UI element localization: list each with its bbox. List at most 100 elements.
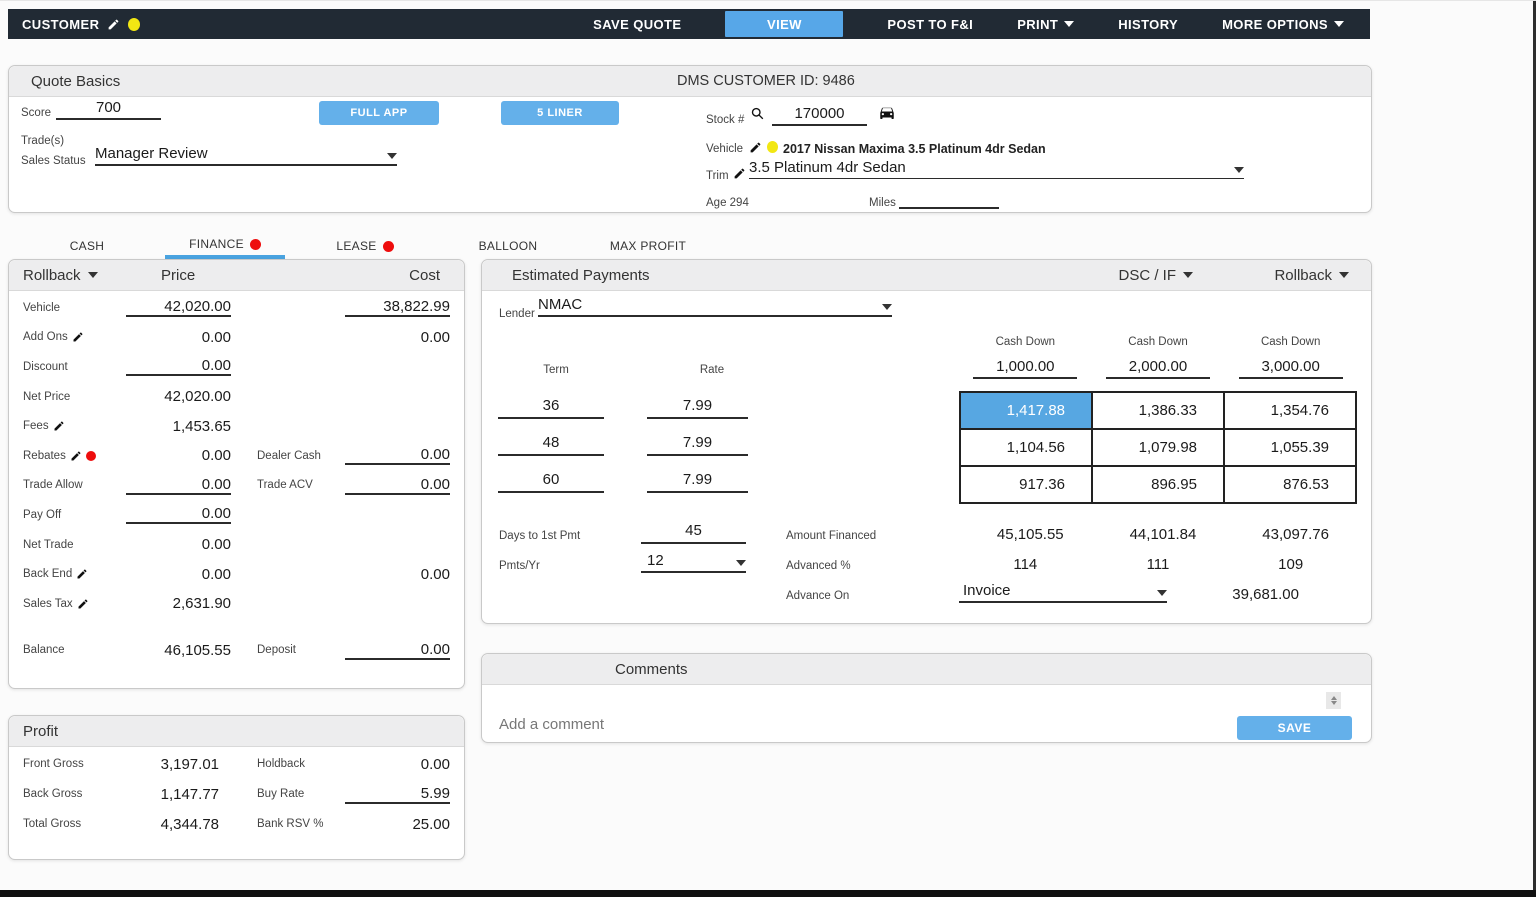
payment-cell-48-2000[interactable]: 1,079.98	[1092, 429, 1224, 466]
view-button[interactable]: VIEW	[725, 11, 843, 37]
trim-select[interactable]: 3.5 Platinum 4dr Sedan	[749, 159, 1244, 179]
rate-input-3[interactable]: 7.99	[647, 471, 748, 493]
customer-button[interactable]: CUSTOMER	[22, 17, 99, 32]
amount-financed-2: 44,101.84	[1092, 526, 1225, 543]
vehicle-edit-pencil-icon[interactable]	[749, 141, 762, 154]
pay-off-input[interactable]: 0.00	[126, 505, 231, 524]
payment-cell-48-1000[interactable]: 1,104.56	[960, 429, 1092, 466]
customer-edit-pencil-icon[interactable]	[107, 18, 120, 31]
buy-rate-input[interactable]: 5.99	[345, 785, 450, 804]
payments-rollback-dropdown[interactable]: Rollback	[1274, 267, 1349, 284]
tab-cash[interactable]: CASH	[27, 233, 147, 259]
stock-search-icon[interactable]	[750, 106, 765, 121]
total-gross-value: 4,344.78	[119, 816, 219, 833]
back-end-edit-pencil-icon[interactable]	[76, 568, 88, 580]
amount-financed-1: 45,105.55	[959, 526, 1092, 543]
comment-box-resize-control[interactable]	[1326, 692, 1341, 709]
miles-input[interactable]	[899, 191, 999, 209]
tab-lease[interactable]: LEASE	[305, 233, 425, 259]
quote-basics-title: Quote Basics	[31, 73, 120, 90]
bank-rsv-value: 25.00	[345, 816, 450, 833]
pmts-per-yr-label: Pmts/Yr	[499, 560, 540, 572]
vehicle-status-yellow-dot	[767, 141, 778, 153]
table-row-back-gross: Back Gross 1,147.77 Buy Rate 5.99	[9, 779, 464, 809]
payment-cell-36-3000[interactable]: 1,354.76	[1224, 392, 1356, 429]
cash-down-input-2[interactable]: 2,000.00	[1106, 358, 1210, 379]
trim-label: Trim	[706, 170, 729, 182]
cash-down-input-1[interactable]: 1,000.00	[973, 358, 1077, 379]
net-price-row-label: Net Price	[23, 391, 119, 403]
more-options-menu-button[interactable]: MORE OPTIONS	[1222, 17, 1344, 32]
pmts-per-yr-value: 12	[641, 552, 664, 569]
trim-edit-pencil-icon[interactable]	[733, 167, 746, 180]
table-row-total-gross: Total Gross 4,344.78 Bank RSV % 25.00	[9, 809, 464, 839]
table-row-balance: Balance 46,105.55 Deposit 0.00	[9, 636, 464, 666]
trade-allow-input[interactable]: 0.00	[126, 476, 231, 495]
history-button[interactable]: HISTORY	[1118, 17, 1178, 32]
trade-acv-input[interactable]: 0.00	[345, 476, 450, 495]
lender-chevron-down-icon	[882, 304, 892, 310]
five-liner-button[interactable]: 5 LINER	[501, 101, 619, 125]
add-ons-edit-pencil-icon[interactable]	[72, 331, 84, 343]
stock-number-label: Stock #	[706, 114, 744, 126]
payment-cell-48-3000[interactable]: 1,055.39	[1224, 429, 1356, 466]
full-app-button[interactable]: FULL APP	[319, 101, 439, 125]
tab-balloon[interactable]: BALLOON	[448, 233, 568, 259]
lender-select[interactable]: NMAC	[538, 296, 892, 317]
vehicle-car-icon[interactable]	[877, 104, 897, 122]
post-to-fi-button[interactable]: POST TO F&I	[887, 17, 973, 32]
tab-finance[interactable]: FINANCE	[165, 233, 285, 259]
dealer-cash-input[interactable]: 0.00	[345, 446, 450, 465]
sales-status-select[interactable]: Manager Review	[95, 145, 397, 166]
profit-title: Profit	[23, 723, 58, 740]
table-row-trade-allow: Trade Allow 0.00 Trade ACV 0.00	[9, 471, 464, 501]
cash-down-input-3[interactable]: 3,000.00	[1239, 358, 1343, 379]
payment-cell-36-1000[interactable]: 1,417.88	[960, 392, 1092, 429]
payments-rollback-label: Rollback	[1274, 267, 1332, 284]
rate-input-1[interactable]: 7.99	[647, 397, 748, 419]
vehicle-cost-input[interactable]: 38,822.99	[345, 298, 450, 317]
pmts-per-yr-select[interactable]: 12	[641, 552, 746, 573]
days-to-first-pmt-input[interactable]: 45	[641, 522, 746, 544]
trim-chevron-down-icon	[1234, 167, 1244, 173]
rollback-dropdown[interactable]: Rollback	[23, 267, 98, 284]
advance-on-select[interactable]: Invoice	[959, 582, 1167, 603]
payment-cell-36-2000[interactable]: 1,386.33	[1092, 392, 1224, 429]
vehicle-price-input[interactable]: 42,020.00	[126, 298, 231, 317]
comment-input[interactable]	[499, 716, 1199, 733]
tab-max-profit[interactable]: MAX PROFIT	[583, 233, 713, 259]
print-menu-button[interactable]: PRINT	[1017, 17, 1074, 32]
sales-tax-edit-pencil-icon[interactable]	[77, 598, 89, 610]
lender-value: NMAC	[538, 296, 582, 313]
term-input-2[interactable]: 48	[498, 434, 604, 456]
payment-cell-60-2000[interactable]: 896.95	[1092, 466, 1224, 503]
window-bottom-border	[0, 890, 1536, 897]
rate-header: Rate	[682, 364, 742, 376]
stock-number-input[interactable]: 170000	[772, 105, 867, 126]
dms-customer-id: DMS CUSTOMER ID: 9486	[677, 73, 855, 89]
sales-tax-value: 2,631.90	[126, 595, 231, 612]
fees-edit-pencil-icon[interactable]	[53, 420, 65, 432]
trade-allow-row-label: Trade Allow	[23, 479, 119, 491]
rebates-row-label: Rebates	[23, 450, 66, 462]
comment-save-button[interactable]: SAVE	[1237, 716, 1352, 740]
spinner-up-icon	[1331, 696, 1337, 700]
discount-input[interactable]: 0.00	[126, 357, 231, 376]
amount-financed-3: 43,097.76	[1224, 526, 1357, 543]
cost-column-header: Cost	[409, 267, 440, 284]
deposit-input[interactable]: 0.00	[345, 641, 450, 660]
finance-alert-red-dot	[250, 239, 261, 250]
payment-cell-60-3000[interactable]: 876.53	[1224, 466, 1356, 503]
term-input-3[interactable]: 60	[498, 471, 604, 493]
rebates-edit-pencil-icon[interactable]	[70, 450, 82, 462]
rate-input-2[interactable]: 7.99	[647, 434, 748, 456]
comments-title: Comments	[615, 661, 688, 678]
tab-cash-label: CASH	[70, 239, 105, 253]
deposit-label: Deposit	[257, 644, 343, 656]
top-toolbar: CUSTOMER SAVE QUOTE VIEW POST TO F&I PRI…	[8, 9, 1370, 39]
payment-cell-60-1000[interactable]: 917.36	[960, 466, 1092, 503]
save-quote-button[interactable]: SAVE QUOTE	[593, 17, 681, 32]
term-input-1[interactable]: 36	[498, 397, 604, 419]
dsc-if-dropdown[interactable]: DSC / IF	[1118, 267, 1193, 284]
score-input[interactable]: 700	[56, 99, 161, 120]
